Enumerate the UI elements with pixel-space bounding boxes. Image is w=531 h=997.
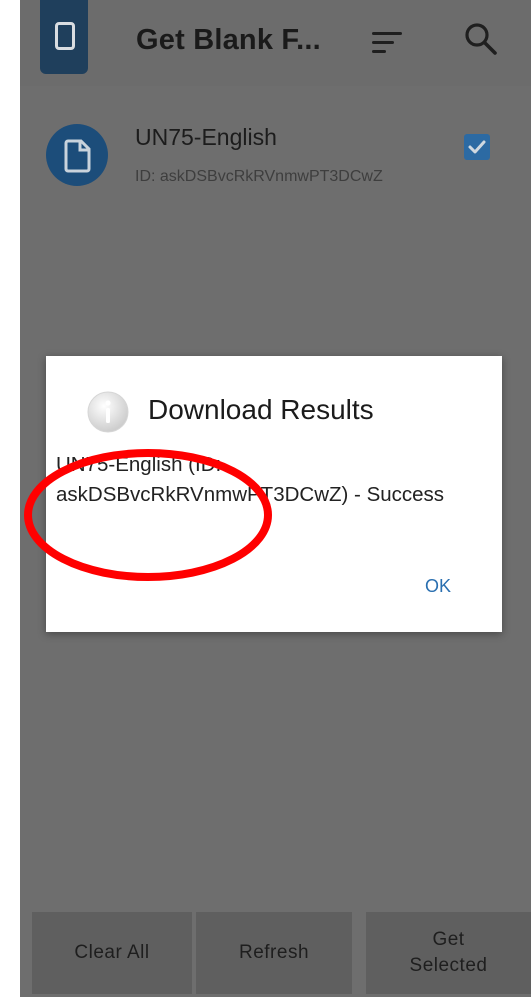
get-selected-label: Get Selected [409, 929, 488, 976]
ok-button[interactable]: OK [398, 566, 478, 606]
dialog-message: UN75-English (ID: askDSBvcRkRVnmwPT3DCwZ… [56, 453, 445, 506]
form-checkbox[interactable] [464, 134, 490, 160]
dialog-title: Download Results [148, 394, 374, 425]
phone-icon [40, 0, 88, 74]
search-icon[interactable] [464, 22, 498, 56]
app-bar: Get Blank F... [20, 0, 531, 86]
form-name: UN75-English [135, 124, 277, 150]
info-icon [87, 391, 129, 433]
clear-all-button[interactable]: Clear All [32, 912, 192, 994]
file-icon [46, 124, 108, 186]
sort-icon[interactable] [372, 30, 402, 56]
get-selected-button[interactable]: Get Selected [366, 912, 531, 994]
refresh-label: Refresh [238, 942, 310, 963]
form-id: ID: askDSBvcRkRVnmwPT3DCwZ [135, 168, 383, 185]
page-title: Get Blank F... [136, 24, 321, 56]
list-item[interactable]: UN75-English ID: askDSBvcRkRVnmwPT3DCwZ [20, 110, 531, 220]
refresh-button[interactable]: Refresh [196, 912, 352, 994]
download-results-dialog: Download Results UN75-English (ID: askDS… [46, 356, 502, 632]
clear-all-label: Clear All [74, 942, 150, 963]
